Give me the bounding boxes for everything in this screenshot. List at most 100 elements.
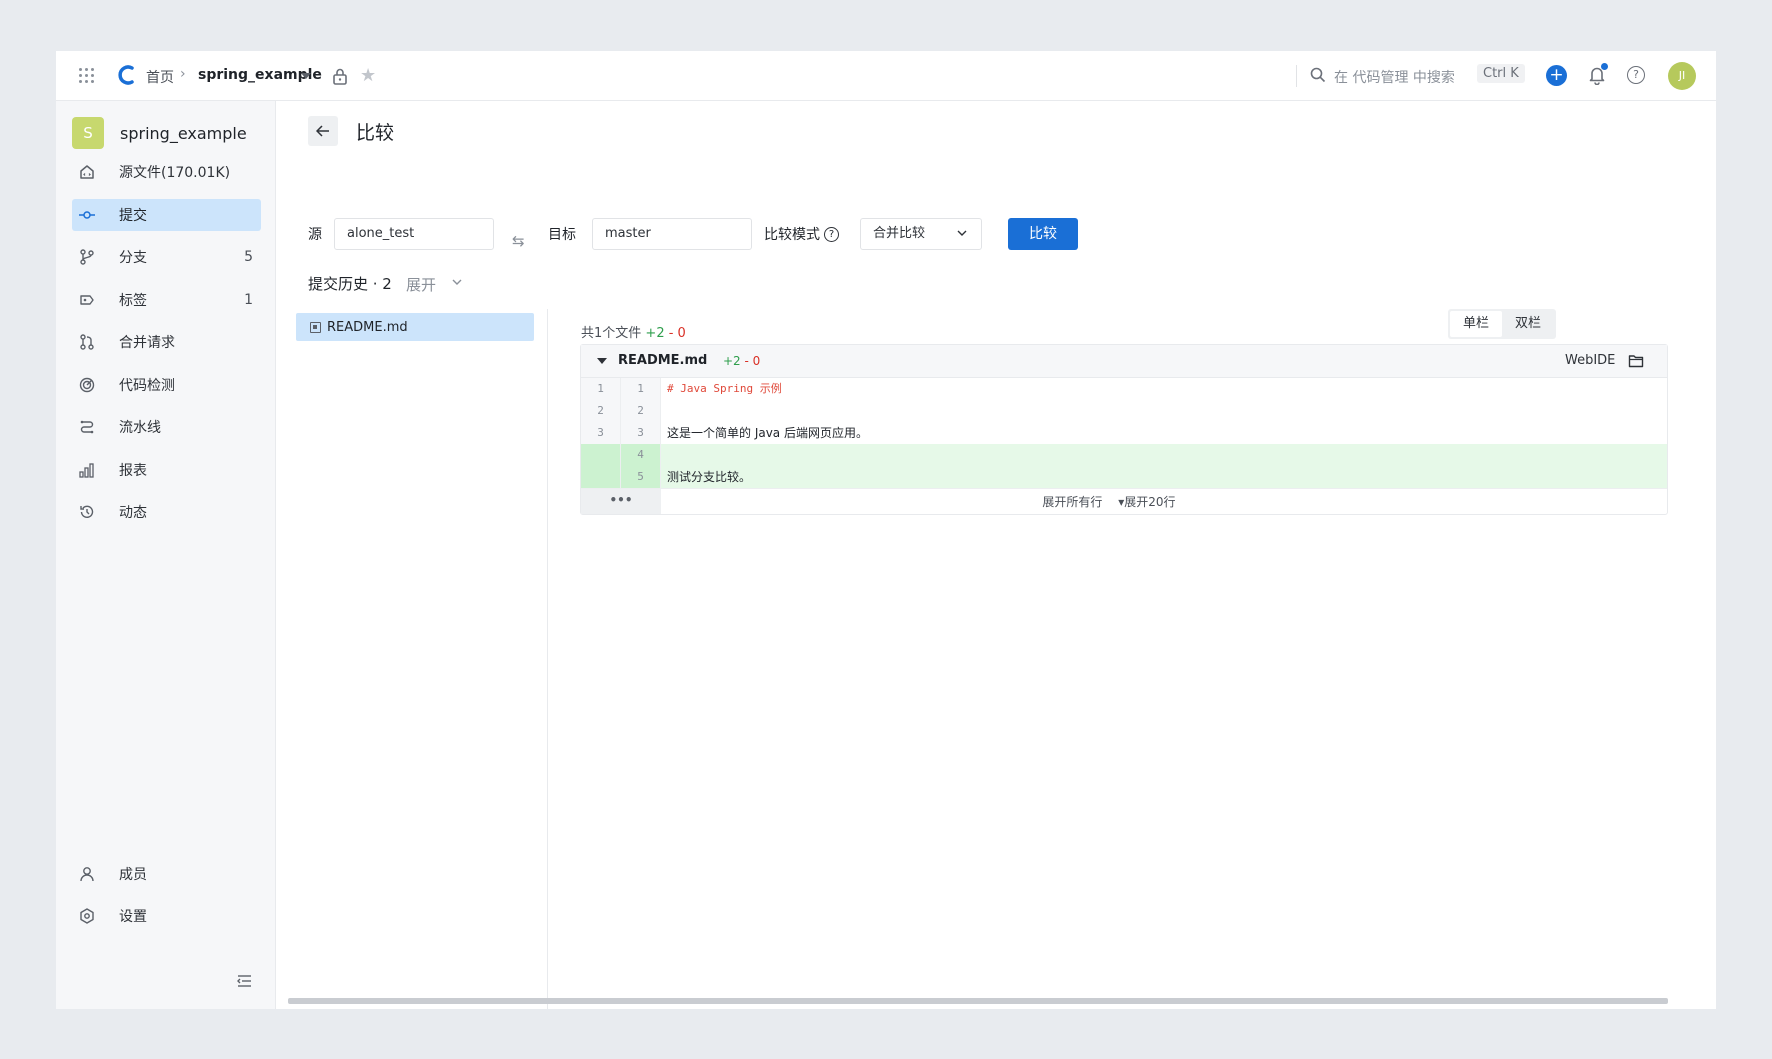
- view-split-button[interactable]: 双栏: [1502, 311, 1554, 337]
- diff-line: 1 1 # Java Spring 示例: [581, 378, 1667, 400]
- sidebar-item-label: 源文件(170.01K): [119, 165, 231, 181]
- collapse-triangle-icon[interactable]: [597, 358, 607, 364]
- more-dots-icon[interactable]: •••: [581, 489, 661, 514]
- sidebar-item-label: 动态: [119, 505, 147, 521]
- sidebar-item-activity[interactable]: 动态: [72, 496, 261, 528]
- sidebar-item-tags[interactable]: 标签 1: [72, 284, 261, 316]
- file-name: README.md: [327, 319, 408, 335]
- sidebar-item-members[interactable]: 成员: [72, 858, 261, 890]
- sidebar-item-settings[interactable]: 设置: [72, 900, 261, 932]
- view-mode-toggle: 单栏 双栏: [1448, 309, 1556, 339]
- sidebar-item-count: 1: [244, 292, 253, 308]
- notification-dot: [1601, 63, 1608, 70]
- diff-file-added: +2: [723, 354, 741, 368]
- folder-icon[interactable]: [1628, 354, 1644, 368]
- source-label: 源: [308, 227, 322, 243]
- sidebar-item-source[interactable]: 源文件(170.01K): [72, 156, 261, 188]
- breadcrumb-home[interactable]: 首页: [146, 67, 174, 87]
- chevron-down-icon[interactable]: [451, 277, 463, 287]
- line-code: [661, 444, 1667, 466]
- view-single-button[interactable]: 单栏: [1450, 311, 1502, 337]
- diff-summary-text: 共1个文件: [581, 326, 642, 341]
- sidebar-item-commits[interactable]: 提交: [72, 199, 261, 231]
- file-modified-icon: [310, 321, 321, 333]
- help-icon[interactable]: ?: [1627, 66, 1645, 84]
- old-line-number: 2: [581, 400, 621, 422]
- swap-icon[interactable]: ⇆: [512, 232, 525, 250]
- help-icon[interactable]: ?: [824, 226, 839, 242]
- chevron-down-icon[interactable]: [301, 73, 311, 79]
- logo-icon[interactable]: [116, 64, 136, 86]
- sidebar-item-label: 提交: [119, 208, 147, 224]
- history-icon: [79, 504, 95, 520]
- webide-button[interactable]: WebIDE: [1565, 353, 1615, 368]
- apps-grid-icon[interactable]: [79, 68, 95, 84]
- diff-summary-removed: - 0: [668, 326, 686, 341]
- file-tree-item[interactable]: README.md: [296, 313, 534, 341]
- old-line-number: 1: [581, 378, 621, 400]
- lock-icon: [333, 68, 347, 85]
- compare-button[interactable]: 比较: [1008, 218, 1078, 250]
- page-title: 比较: [356, 122, 395, 144]
- create-button[interactable]: +: [1546, 65, 1567, 86]
- avatar[interactable]: JI: [1668, 62, 1696, 90]
- target-branch-field[interactable]: master: [592, 218, 752, 250]
- diff-line-added: 4: [581, 444, 1667, 466]
- expand-all-button[interactable]: 展开所有行: [1042, 495, 1102, 509]
- target-label: 目标: [548, 227, 576, 243]
- sidebar-item-count: 5: [244, 249, 253, 265]
- sidebar-item-pipelines[interactable]: 流水线: [72, 411, 261, 443]
- old-line-number: [581, 444, 621, 466]
- sidebar-item-label: 流水线: [119, 420, 161, 436]
- diff-area: 共1个文件 +2 - 0 单栏 双栏 README.md +2 - 0 WebI…: [548, 309, 1716, 1009]
- sidebar-item-label: 合并请求: [119, 335, 175, 351]
- history-expand-toggle[interactable]: 展开: [406, 274, 436, 295]
- sidebar: S spring_example 源文件(170.01K) 提交 分支 5 标签…: [56, 101, 276, 1009]
- diff-line: 2 2: [581, 400, 1667, 422]
- main-content: 比较 源 alone_test ⇆ 目标 master 比较模式 ? 合并比较 …: [276, 101, 1716, 1009]
- search-input[interactable]: 在 代码管理 中搜索: [1334, 67, 1455, 87]
- search-icon[interactable]: [1310, 67, 1326, 83]
- arrow-left-icon: [316, 125, 329, 137]
- old-line-number: [581, 466, 621, 488]
- repo-badge: S: [72, 117, 104, 149]
- line-code: 测试分支比较。: [661, 466, 1667, 488]
- sidebar-item-reports[interactable]: 报表: [72, 454, 261, 486]
- repo-header[interactable]: S spring_example: [72, 117, 247, 149]
- diff-file-name: README.md: [618, 353, 708, 368]
- new-line-number: 5: [621, 466, 661, 488]
- chevron-down-icon: [957, 230, 967, 236]
- branch-icon: [79, 249, 95, 265]
- compare-mode-label: 比较模式 ?: [764, 224, 839, 244]
- scrollbar-thumb[interactable]: [288, 998, 1668, 1004]
- sidebar-item-label: 报表: [119, 463, 147, 479]
- diff-summary: 共1个文件 +2 - 0: [581, 322, 686, 341]
- star-icon[interactable]: ★: [360, 65, 376, 86]
- sidebar-item-branches[interactable]: 分支 5: [72, 241, 261, 273]
- sidebar-item-label: 成员: [119, 867, 147, 883]
- scan-icon: [79, 377, 95, 393]
- compare-mode-value: 合并比较: [873, 226, 926, 241]
- breadcrumb-separator: ›: [180, 66, 186, 82]
- expand-20-button[interactable]: ▾展开20行: [1118, 495, 1175, 509]
- collapse-sidebar-icon[interactable]: [236, 974, 252, 988]
- diff-summary-added: +2: [645, 326, 665, 341]
- sidebar-item-code-scan[interactable]: 代码检测: [72, 369, 261, 401]
- line-code: # Java Spring 示例: [667, 382, 782, 395]
- search-shortcut: Ctrl K: [1477, 64, 1525, 83]
- commit-history-title: 提交历史 · 2: [308, 275, 392, 293]
- home-code-icon: [79, 164, 95, 180]
- sidebar-item-merge-requests[interactable]: 合并请求: [72, 326, 261, 358]
- back-button[interactable]: [308, 116, 338, 146]
- compare-mode-select[interactable]: 合并比较: [860, 218, 982, 250]
- merge-request-icon: [79, 334, 95, 350]
- expand-row: ••• 展开所有行 ▾展开20行: [581, 488, 1667, 514]
- new-line-number: 3: [621, 422, 661, 444]
- expand-controls: 展开所有行 ▾展开20行: [661, 489, 1667, 514]
- pipeline-icon: [79, 419, 95, 435]
- horizontal-scrollbar[interactable]: [278, 995, 1714, 1007]
- source-branch-field[interactable]: alone_test: [334, 218, 494, 250]
- line-code: 这是一个简单的 Java 后端网页应用。: [667, 426, 868, 440]
- app-window: 首页 › spring_example ★ 在 代码管理 中搜索 Ctrl K …: [56, 51, 1716, 1009]
